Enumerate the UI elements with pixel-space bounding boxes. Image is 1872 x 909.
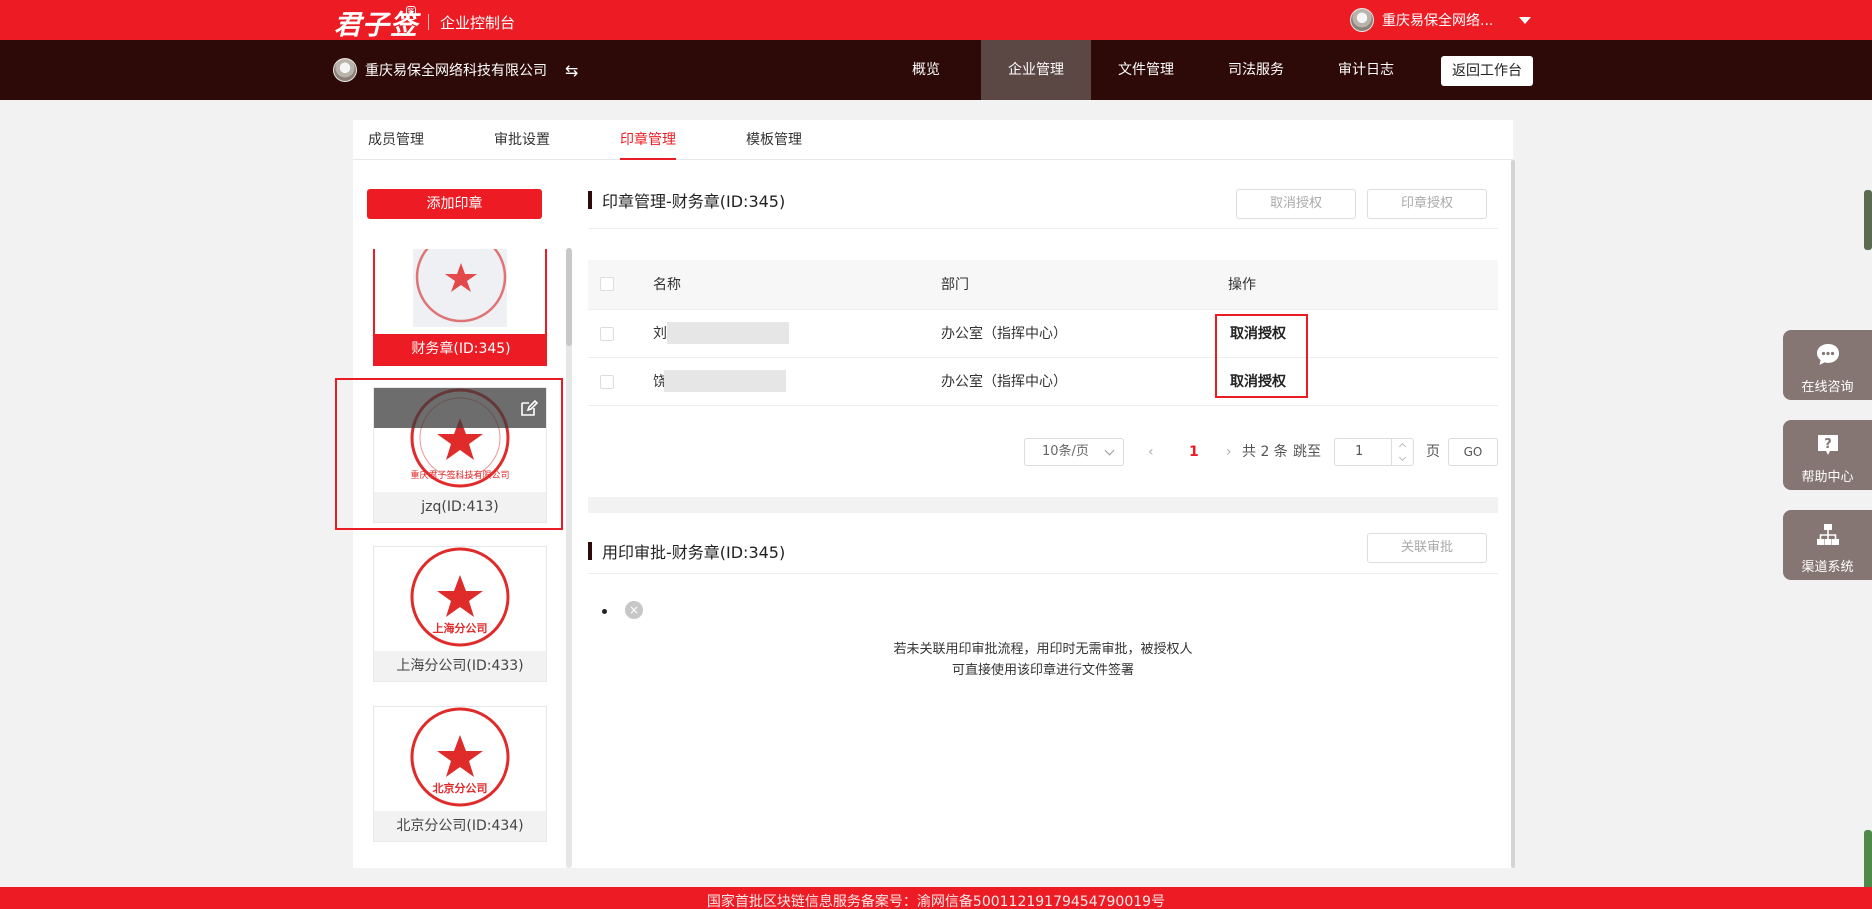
nav-judicial-service[interactable]: 司法服务	[1201, 40, 1311, 100]
row-name: 刘	[653, 326, 667, 342]
seal-inner-text: 北京分公司	[433, 781, 488, 795]
nav-overview[interactable]: 概览	[871, 40, 981, 100]
user-name: 重庆易保全网络...	[1382, 13, 1494, 29]
logo-mark: 签	[406, 6, 416, 20]
annotation-highlight	[1215, 314, 1308, 398]
help-center-button[interactable]: ? 帮助中心	[1783, 420, 1872, 490]
sub-tabs: 成员管理 审批设置 印章管理 模板管理	[353, 120, 1513, 160]
header-name: 名称	[653, 277, 681, 293]
seal-list: 添加印章 财务章(ID:345) 重庆君子签科技有限公司 jzq(ID:413)…	[335, 160, 574, 868]
float-label: 帮助中心	[1801, 470, 1854, 485]
row-dept: 办公室（指挥中心）	[941, 326, 1067, 342]
company-name: 重庆易保全网络科技有限公司	[365, 63, 547, 79]
tab-template-management[interactable]: 模板管理	[746, 120, 802, 160]
header-action: 操作	[1228, 277, 1256, 293]
nav-menu: 概览 企业管理 文件管理 司法服务 审计日志	[871, 40, 1421, 100]
page-label: 页	[1426, 444, 1440, 460]
table-row: 刘 办公室（指挥中心） 取消授权	[588, 310, 1498, 358]
main-nav: 重庆易保全网络科技有限公司 ⇆ 概览 企业管理 文件管理 司法服务 审计日志 返…	[0, 40, 1872, 100]
top-divider	[428, 14, 429, 30]
row-dept: 办公室（指挥中心）	[941, 374, 1067, 390]
swap-icon[interactable]: ⇆	[565, 61, 578, 80]
select-all-checkbox[interactable]	[600, 277, 614, 291]
seal-card-345[interactable]: 财务章(ID:345)	[373, 249, 547, 366]
seal-detail: 印章管理-财务章(ID:345) 取消授权 印章授权 名称 部门 操作 刘 办公…	[588, 160, 1498, 868]
approval-section: 用印审批-财务章(ID:345) 关联审批 × 若未关联用印审批流程，用印时无需…	[588, 513, 1498, 868]
name-redaction	[664, 370, 786, 392]
jump-label: 跳至	[1293, 444, 1321, 460]
company-avatar	[333, 58, 357, 82]
org-chart-icon	[1817, 524, 1839, 545]
top-bar: 君子签 签 企业控制台 重庆易保全网络...	[0, 0, 1872, 41]
seal-card-433[interactable]: 上海分公司 上海分公司(ID:433)	[373, 546, 547, 682]
online-consult-button[interactable]: 在线咨询	[1783, 330, 1872, 400]
chevron-down-icon[interactable]	[1519, 16, 1532, 24]
help-icon: ?	[1818, 435, 1838, 455]
back-to-workbench-button[interactable]: 返回工作台	[1441, 56, 1533, 86]
hint-line: 可直接使用该印章进行文件签署	[951, 663, 1134, 678]
nav-enterprise-management[interactable]: 企业管理	[981, 40, 1091, 100]
prev-page-button[interactable]: ‹	[1148, 438, 1154, 466]
go-button[interactable]: GO	[1448, 438, 1498, 466]
seal-inner-text: 上海分公司	[433, 621, 488, 635]
main-scrollbar[interactable]	[1511, 160, 1515, 868]
tab-approval-settings[interactable]: 审批设置	[494, 120, 550, 160]
seal-caption: 上海分公司(ID:433)	[374, 651, 546, 681]
total-count: 共 2 条	[1242, 444, 1288, 460]
channel-system-button[interactable]: 渠道系统	[1783, 510, 1872, 580]
grant-auth-button[interactable]: 印章授权	[1367, 189, 1487, 219]
page-scrollbar-bottom[interactable]	[1864, 830, 1872, 890]
page-size-select[interactable]: 10条/页	[1024, 438, 1124, 466]
row-checkbox[interactable]	[600, 327, 614, 341]
seal-image	[413, 249, 507, 327]
seal-auth-title: 印章管理-财务章(ID:345)	[588, 190, 785, 211]
seal-image: 北京分公司	[410, 707, 510, 807]
seal-caption: 北京分公司(ID:434)	[374, 811, 546, 841]
name-redaction	[667, 322, 789, 344]
cancel-auth-button[interactable]: 取消授权	[1236, 189, 1356, 219]
svg-text:?: ?	[1824, 437, 1832, 452]
current-page[interactable]: 1	[1189, 438, 1199, 466]
avatar	[1350, 8, 1374, 32]
tab-seal-management[interactable]: 印章管理	[620, 120, 676, 160]
jump-page-value: 1	[1355, 444, 1364, 459]
seal-image: 上海分公司	[410, 547, 510, 647]
jump-page-input[interactable]: 1	[1334, 438, 1414, 466]
nav-file-management[interactable]: 文件管理	[1091, 40, 1201, 100]
footer-record-number[interactable]: 国家首批区块链信息服务备案号：渝网信备50011219179454790019号	[707, 894, 1165, 909]
main-panel: 成员管理 审批设置 印章管理 模板管理 添加印章 财务章(ID:345) 重庆君…	[335, 120, 1513, 868]
link-approval-button[interactable]: 关联审批	[1367, 533, 1487, 563]
number-stepper[interactable]	[1391, 439, 1413, 465]
approval-hint: 若未关联用印审批流程，用印时无需审批，被授权人 可直接使用该印章进行文件签署	[588, 639, 1498, 681]
annotation-highlight	[335, 378, 563, 530]
seal-caption: 财务章(ID:345)	[375, 334, 547, 364]
list-bullet	[602, 609, 607, 614]
scrollbar-thumb[interactable]	[566, 248, 572, 346]
seal-list-scrollbar[interactable]	[566, 248, 572, 868]
console-title: 企业控制台	[440, 14, 516, 32]
header-dept: 部门	[941, 277, 969, 293]
chat-icon	[1817, 344, 1839, 365]
seal-auth-section: 印章管理-财务章(ID:345) 取消授权 印章授权 名称 部门 操作 刘 办公…	[588, 160, 1498, 497]
page-scrollbar-top[interactable]	[1864, 190, 1872, 250]
table-header: 名称 部门 操作	[588, 260, 1498, 310]
company-switcher[interactable]: 重庆易保全网络科技有限公司 ⇆	[333, 58, 578, 82]
divider	[588, 573, 1498, 574]
divider	[588, 228, 1498, 229]
seal-card-434[interactable]: 北京分公司 北京分公司(ID:434)	[373, 706, 547, 842]
footer: 国家首批区块链信息服务备案号：渝网信备50011219179454790019号	[0, 887, 1872, 909]
remove-icon[interactable]: ×	[625, 601, 643, 619]
approval-title: 用印审批-财务章(ID:345)	[588, 541, 785, 562]
float-label: 在线咨询	[1801, 380, 1854, 395]
table-row: 饶 办公室（指挥中心） 取消授权	[588, 358, 1498, 406]
add-seal-button[interactable]: 添加印章	[367, 189, 542, 219]
hint-line: 若未关联用印审批流程，用印时无需审批，被授权人	[893, 642, 1193, 657]
tab-member-management[interactable]: 成员管理	[368, 120, 424, 160]
nav-audit-log[interactable]: 审计日志	[1311, 40, 1421, 100]
row-checkbox[interactable]	[600, 375, 614, 389]
float-label: 渠道系统	[1801, 560, 1854, 575]
user-menu[interactable]: 重庆易保全网络...	[1350, 8, 1532, 32]
next-page-button[interactable]: ›	[1226, 438, 1232, 466]
